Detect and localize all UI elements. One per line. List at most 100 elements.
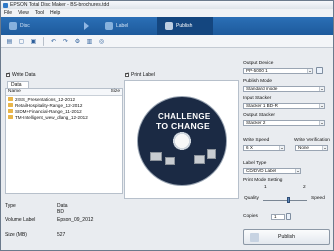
copies-input[interactable]: 1 xyxy=(271,214,285,220)
tab-data[interactable]: Data xyxy=(7,81,29,88)
info-volume-value: Epson_09_2012 xyxy=(57,217,94,223)
column-name[interactable]: Name xyxy=(8,89,21,95)
disc-title-line1: CHALLENGE xyxy=(158,112,211,121)
publish-mode-label: Publish Mode xyxy=(243,79,273,84)
printer-image xyxy=(194,155,205,164)
output-device-value: PP-5000 1 xyxy=(246,68,268,73)
chevron-down-icon xyxy=(319,104,324,108)
file-name: RetailHospitality-Range_12-2012 xyxy=(15,102,83,108)
window-title: EPSON Total Disc Maker - BS-brochures.td… xyxy=(10,2,110,8)
print-label-checkbox[interactable] xyxy=(125,71,129,77)
copies-label: Copies xyxy=(243,214,258,219)
disc-title-line2: TO CHANGE xyxy=(155,121,211,131)
menu-view[interactable]: View xyxy=(18,10,29,16)
menu-help[interactable]: Help xyxy=(50,10,60,16)
publish-settings: Output Device PP-5000 1 Publish Mode Sta… xyxy=(241,59,331,249)
list-item[interactable]: TM-Intelligent_wew_dlang_12-2012 xyxy=(6,114,122,120)
copies-stepper[interactable] xyxy=(286,213,291,220)
output-device-select[interactable]: PP-5000 1 xyxy=(243,68,313,74)
device-settings-button[interactable] xyxy=(316,67,323,74)
output-device-label: Output Device xyxy=(243,61,274,66)
info-size-key: Size (MB) xyxy=(5,232,27,238)
label-type-select[interactable]: CD/DVD Label xyxy=(243,168,301,174)
label-mode-icon xyxy=(105,22,113,30)
disc-mode-icon xyxy=(9,22,17,30)
folder-icon xyxy=(8,103,13,107)
write-speed-label: Write Speed xyxy=(243,138,270,143)
printer-image xyxy=(165,157,175,165)
info-volume-key: Volume Label xyxy=(5,217,36,223)
disc-preview: CHALLENGE TO CHANGE xyxy=(137,96,227,186)
toolbar: ▤ ▢ ▣ ↶ ↷ ⚙ ▥ ◎ xyxy=(1,35,333,48)
write-data-checkbox[interactable] xyxy=(6,71,10,77)
save-icon[interactable]: ▣ xyxy=(29,37,38,46)
publish-mode-value: Standard mode xyxy=(246,86,278,91)
publish-mode-select[interactable]: Standard mode xyxy=(243,86,325,92)
chevron-down-icon xyxy=(319,121,324,125)
publish-button[interactable]: Publish xyxy=(243,229,330,245)
new-icon[interactable]: ▢ xyxy=(17,37,26,46)
publish-button-label: Publish xyxy=(277,234,295,240)
label-preview: CHALLENGE TO CHANGE xyxy=(124,80,239,199)
file-name: SIDM+Financial-Range_11-2012 xyxy=(15,108,82,114)
write-verification-value: None xyxy=(298,145,309,150)
file-name: TM-Intelligent_wew_dlang_12-2012 xyxy=(15,114,88,120)
label-type-value: CD/DVD Label xyxy=(246,168,277,173)
write-speed-value: 6 X xyxy=(246,145,253,150)
write-verification-label: Write Verification xyxy=(294,138,330,143)
menu-bar: File View Tool Help xyxy=(1,9,333,17)
print-label-label: Print Label xyxy=(131,72,155,78)
print-mode-slider[interactable] xyxy=(263,200,307,201)
chevron-down-icon xyxy=(295,169,300,173)
label-type-label: Label Type xyxy=(243,161,267,166)
title-bar: EPSON Total Disc Maker - BS-brochures.td… xyxy=(1,1,333,9)
copies-value: 1 xyxy=(274,214,277,219)
chevron-right-icon xyxy=(84,22,89,30)
output-stacker-value: Stacker 2 xyxy=(246,120,266,125)
menu-file[interactable]: File xyxy=(4,10,12,16)
input-stacker-label: Input Stacker xyxy=(243,96,272,101)
info-size: Size (MB) 527 xyxy=(5,232,65,238)
mode-disc[interactable]: Disc xyxy=(1,17,97,35)
output-stacker-label: Output Stacker xyxy=(243,113,275,118)
chevron-down-icon xyxy=(307,69,312,73)
mode-label-label: Label xyxy=(116,23,129,29)
print-label-option[interactable]: Print Label xyxy=(125,71,155,78)
menu-tool[interactable]: Tool xyxy=(35,10,44,16)
app-icon xyxy=(3,2,8,8)
printer-image xyxy=(207,149,216,159)
publish-mode-icon xyxy=(165,22,173,30)
print-icon[interactable]: ▥ xyxy=(85,37,94,46)
write-data-option[interactable]: Write Data xyxy=(6,71,36,78)
app-window: EPSON Total Disc Maker - BS-brochures.td… xyxy=(0,0,334,251)
input-stacker-select[interactable]: Stacker 1 BD-R xyxy=(243,103,325,109)
info-type: Type Data BD xyxy=(5,203,68,215)
slider-tick-2: 2 xyxy=(303,185,306,190)
write-speed-select[interactable]: 6 X xyxy=(243,145,285,151)
folder-icon xyxy=(8,109,13,113)
print-mode-slider-thumb[interactable] xyxy=(287,197,290,203)
mode-label[interactable]: Label xyxy=(97,17,157,35)
redo-icon[interactable]: ↷ xyxy=(61,37,70,46)
quality-label: Quality xyxy=(244,196,259,201)
file-list-header: Name Size xyxy=(6,89,122,96)
info-type-value: Data BD xyxy=(57,203,68,215)
folder-icon xyxy=(8,115,13,119)
mode-publish[interactable]: Publish xyxy=(157,17,213,35)
folder-icon xyxy=(8,97,13,101)
file-name: 2ISS_Presentations_12-2012 xyxy=(15,96,76,102)
open-icon[interactable]: ▤ xyxy=(5,37,14,46)
publish-icon xyxy=(250,233,259,242)
info-size-value: 527 xyxy=(57,232,66,238)
write-verification-select[interactable]: None xyxy=(295,145,328,151)
disc-icon[interactable]: ◎ xyxy=(97,37,106,46)
output-stacker-select[interactable]: Stacker 2 xyxy=(243,120,325,126)
settings-icon[interactable]: ⚙ xyxy=(73,37,82,46)
chevron-down-icon xyxy=(322,146,327,150)
info-type-key: Type xyxy=(5,203,16,209)
column-size[interactable]: Size xyxy=(111,89,120,95)
write-data-label: Write Data xyxy=(12,72,36,78)
speed-label: Speed xyxy=(311,196,325,201)
undo-icon[interactable]: ↶ xyxy=(49,37,58,46)
mode-bar: Disc Label Publish xyxy=(1,17,333,35)
